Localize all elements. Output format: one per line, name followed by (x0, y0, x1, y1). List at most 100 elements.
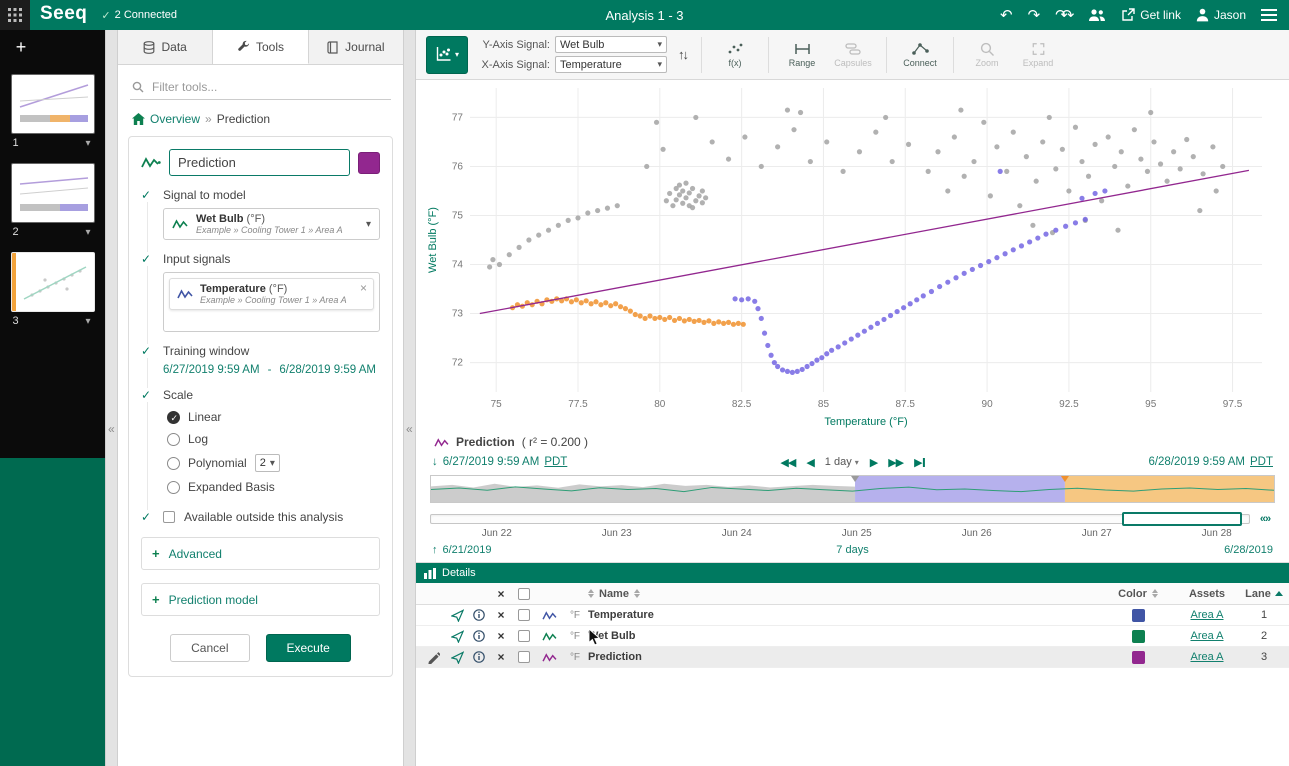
step-size-select[interactable]: 1 day▾ (825, 456, 859, 468)
chevron-down-icon[interactable]: ▾ (85, 138, 90, 149)
step-back-all-button[interactable]: ◀◀ (780, 456, 795, 469)
worksheet-thumbnail-2[interactable]: 2▾ (11, 163, 95, 238)
training-end-date[interactable]: 6/28/2019 9:59 AM (279, 364, 376, 376)
scatter-chart[interactable]: 7577.58082.58587.59092.59597.57273747576… (416, 80, 1289, 432)
chevron-down-icon[interactable]: ▾ (85, 227, 90, 238)
filter-tools-input[interactable] (150, 79, 389, 95)
tab-tools[interactable]: Tools (213, 30, 308, 64)
lane-column-header[interactable]: Lane (1239, 588, 1289, 600)
color-column-header[interactable]: Color (1118, 588, 1147, 600)
input-signals-box[interactable]: Temperature (°F) Example » Cooling Tower… (163, 272, 380, 332)
scale-option-expanded-basis[interactable]: Expanded Basis (167, 480, 380, 494)
new-worksheet-button[interactable]: + (8, 36, 34, 60)
signal-to-model-select[interactable]: Wet Bulb (°F) Example » Cooling Tower 1 … (163, 208, 380, 240)
range-slider-track[interactable] (430, 514, 1250, 524)
redo-all-button[interactable]: ↷↷ (1055, 8, 1073, 23)
view-selector-button[interactable]: ▾ (426, 36, 468, 74)
sort-icon[interactable] (588, 589, 594, 598)
worksheet-thumbnail-1[interactable]: 1▾ (11, 74, 95, 149)
display-range-end[interactable]: 6/28/2019 9:59 AM (1148, 456, 1245, 468)
timezone-link[interactable]: PDT (544, 456, 567, 468)
scale-option-log[interactable]: Log (167, 432, 380, 446)
chevron-down-icon[interactable]: ▾ (85, 316, 90, 327)
step-forward-all-button[interactable]: ▶▶ (888, 456, 903, 469)
asset-link[interactable]: Area A (1190, 651, 1223, 663)
item-color-swatch[interactable] (1132, 651, 1145, 664)
collaborators-button[interactable] (1088, 8, 1106, 22)
step-to-end-button[interactable]: ▶ (914, 456, 924, 469)
prediction-model-section-toggle[interactable]: + Prediction model (141, 583, 380, 616)
radio-linear[interactable] (167, 411, 180, 424)
sort-icon[interactable] (634, 589, 640, 598)
connect-button[interactable]: Connect (899, 34, 941, 76)
worksheet-thumbnail-3[interactable]: 3▾ (11, 252, 95, 327)
timezone-link[interactable]: PDT (1250, 456, 1273, 468)
remove-item-icon[interactable]: × (490, 608, 512, 622)
remove-item-icon[interactable]: × (490, 650, 512, 664)
available-outside-checkbox[interactable] (163, 511, 175, 523)
row-checkbox[interactable] (518, 630, 530, 642)
execute-button[interactable]: Execute (266, 634, 351, 662)
item-info-button[interactable] (468, 630, 490, 642)
get-link-button[interactable]: Get link (1121, 8, 1181, 22)
remove-item-icon[interactable]: × (490, 629, 512, 643)
assets-column-header[interactable]: Assets (1175, 588, 1239, 600)
hamburger-menu-button[interactable] (1261, 9, 1277, 21)
pin-to-trend-button[interactable] (446, 609, 468, 622)
seeq-logo[interactable]: Seeq (30, 3, 101, 27)
pin-to-trend-button[interactable] (446, 651, 468, 664)
item-info-button[interactable] (468, 609, 490, 621)
breadcrumb-overview-link[interactable]: Overview (150, 112, 200, 126)
redo-button[interactable]: ↷ (1028, 8, 1041, 23)
collapse-left-button[interactable]: « (108, 422, 115, 436)
auto-update-button[interactable]: «» (1255, 512, 1275, 526)
tool-name-input[interactable] (169, 149, 350, 176)
range-slider-selection[interactable] (1122, 512, 1242, 526)
input-signal-item[interactable]: Temperature (°F) Example » Cooling Tower… (169, 278, 374, 310)
item-color-swatch[interactable] (1132, 609, 1145, 622)
cancel-button[interactable]: Cancel (170, 634, 249, 662)
remove-signal-icon[interactable]: × (360, 281, 367, 295)
sort-icon[interactable] (1152, 589, 1158, 598)
tab-journal[interactable]: Journal (309, 30, 403, 64)
remove-all-icon[interactable]: × (490, 587, 512, 601)
investigate-end-date[interactable]: 6/28/2019 (1224, 544, 1273, 556)
asset-link[interactable]: Area A (1190, 630, 1223, 642)
radio-expanded-basis[interactable] (167, 481, 180, 494)
item-name[interactable]: Temperature (588, 609, 654, 621)
advanced-section-toggle[interactable]: + Advanced (141, 537, 380, 570)
polynomial-degree-select[interactable]: 2▾ (255, 454, 280, 472)
connection-status[interactable]: ✓ 2 Connected (101, 9, 177, 22)
investigate-start-date[interactable]: 6/21/2019 (443, 544, 492, 556)
fx-button[interactable]: f(x) (714, 34, 756, 76)
step-forward-button[interactable]: ▶ (870, 456, 877, 469)
details-row-wet-bulb[interactable]: × °F Wet Bulb Area A 2 (416, 626, 1289, 647)
select-all-checkbox[interactable] (518, 588, 530, 600)
investigate-duration[interactable]: 7 days (836, 544, 868, 556)
swap-axes-button[interactable]: ↑↓ (676, 47, 689, 62)
display-range-start[interactable]: 6/27/2019 9:59 AM (443, 456, 540, 468)
row-checkbox[interactable] (518, 651, 530, 663)
asset-link[interactable]: Area A (1190, 609, 1223, 621)
item-info-button[interactable] (468, 651, 490, 663)
radio-log[interactable] (167, 433, 180, 446)
undo-button[interactable]: ↶ (1000, 8, 1013, 23)
timeline-strip[interactable] (430, 475, 1275, 503)
pin-to-trend-button[interactable] (446, 630, 468, 643)
user-menu[interactable]: Jason (1196, 8, 1246, 22)
edit-item-button[interactable] (420, 651, 446, 664)
scale-option-linear[interactable]: Linear (167, 410, 380, 424)
collapse-tools-button[interactable]: « (406, 422, 413, 436)
legend-item-name[interactable]: Prediction (456, 435, 515, 449)
row-checkbox[interactable] (518, 609, 530, 621)
item-name[interactable]: Wet Bulb (588, 630, 635, 642)
app-launcher-button[interactable] (0, 0, 30, 30)
tab-data[interactable]: Data (118, 30, 213, 64)
training-start-date[interactable]: 6/27/2019 9:59 AM (163, 364, 260, 376)
name-column-header[interactable]: Name (599, 588, 629, 600)
y-axis-signal-select[interactable]: Wet Bulb▾ (555, 36, 667, 53)
tool-color-swatch[interactable] (358, 152, 380, 174)
details-row-prediction[interactable]: × °F Prediction Area A 3 (416, 647, 1289, 668)
details-row-temperature[interactable]: × °F Temperature Area A 1 (416, 605, 1289, 626)
range-button[interactable]: Range (781, 34, 823, 76)
